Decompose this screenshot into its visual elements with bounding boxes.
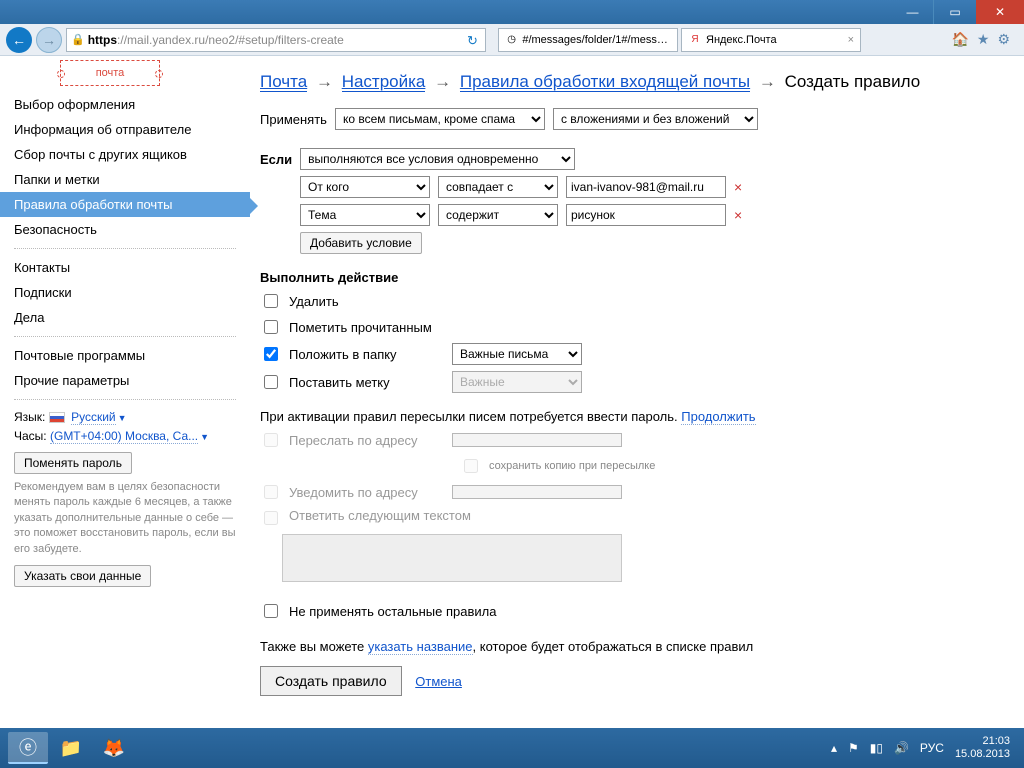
crumb-rules[interactable]: Правила обработки входящей почты bbox=[460, 72, 750, 92]
action-delete-checkbox[interactable] bbox=[264, 294, 278, 308]
window-titlebar: — ▭ ✕ bbox=[0, 0, 1024, 24]
mail-logo[interactable]: почта bbox=[60, 60, 160, 86]
apply-attach-select[interactable]: с вложениями и без вложений bbox=[553, 108, 758, 130]
forward-button[interactable]: → bbox=[36, 27, 62, 53]
sidebar-item-mail-clients[interactable]: Почтовые программы bbox=[0, 343, 250, 368]
cond2-field-select[interactable]: Тема bbox=[300, 204, 430, 226]
create-rule-button[interactable]: Создать правило bbox=[260, 666, 402, 696]
sidebar-item-subs[interactable]: Подписки bbox=[0, 280, 250, 305]
action-notify-checkbox bbox=[264, 485, 278, 499]
action-reply-checkbox bbox=[264, 511, 278, 525]
taskbar-firefox-icon[interactable]: 🦊 bbox=[94, 732, 134, 764]
cond1-field-select[interactable]: От кого bbox=[300, 176, 430, 198]
cond1-value-input[interactable] bbox=[566, 176, 726, 198]
timezone-row: Часы: (GMT+04:00) Москва, Са...▼ bbox=[0, 425, 250, 444]
password-hint: Рекомендуем вам в целях безопасности мен… bbox=[0, 476, 250, 565]
browser-tab-2-active[interactable]: Я Яндекс.Почта × bbox=[681, 28, 861, 52]
crumb-current: Создать правило bbox=[785, 72, 921, 91]
window-close-button[interactable]: ✕ bbox=[976, 0, 1024, 24]
sidebar-item-todo[interactable]: Дела bbox=[0, 305, 250, 330]
language-link[interactable]: Русский bbox=[71, 410, 116, 425]
browser-tab-1[interactable]: ◷ #/messages/folder/1#/messag... bbox=[498, 28, 678, 52]
taskbar-explorer-icon[interactable]: 📁 bbox=[51, 732, 91, 764]
cond2-value-input[interactable] bbox=[566, 204, 726, 226]
address-bar[interactable]: 🔒 https://mail.yandex.ru/neo2/#setup/fil… bbox=[66, 28, 486, 52]
tools-icon[interactable]: ⚙ bbox=[997, 31, 1010, 48]
language-row: Язык: Русский▼ bbox=[0, 406, 250, 425]
cond1-delete-icon[interactable]: × bbox=[734, 179, 742, 195]
tray-show-hidden-icon[interactable]: ▴ bbox=[831, 741, 837, 755]
action-forward-input bbox=[452, 433, 622, 447]
add-condition-button[interactable]: Добавить условие bbox=[300, 232, 422, 254]
change-password-button[interactable]: Поменять пароль bbox=[14, 452, 132, 474]
favicon-icon: ◷ bbox=[505, 33, 518, 47]
tray-flag-icon[interactable]: ⚑ bbox=[848, 741, 859, 755]
forward-continue-link[interactable]: Продолжить bbox=[681, 409, 755, 425]
if-label: Если bbox=[260, 152, 292, 167]
action-reply-textarea bbox=[282, 534, 622, 582]
sidebar-item-other[interactable]: Прочие параметры bbox=[0, 368, 250, 393]
taskbar-ie-icon[interactable]: ⓔ bbox=[8, 732, 48, 764]
action-label-select[interactable]: Важные bbox=[452, 371, 582, 393]
fill-profile-button[interactable]: Указать свои данные bbox=[14, 565, 151, 587]
settings-sidebar: почта Выбор оформления Информация об отп… bbox=[0, 56, 250, 728]
flag-ru-icon bbox=[49, 412, 65, 423]
sidebar-item-collect-mail[interactable]: Сбор почты с других ящиков bbox=[0, 142, 250, 167]
main-content: Почта → Настройка → Правила обработки вх… bbox=[250, 56, 1024, 728]
sidebar-item-theme[interactable]: Выбор оформления bbox=[0, 92, 250, 117]
action-folder-select[interactable]: Важные письма bbox=[452, 343, 582, 365]
back-button[interactable]: ← bbox=[6, 27, 32, 53]
apply-label: Применять bbox=[260, 112, 327, 127]
browser-tabs: ◷ #/messages/folder/1#/messag... Я Яндек… bbox=[498, 28, 939, 52]
crumb-mail[interactable]: Почта bbox=[260, 72, 307, 92]
sidebar-item-contacts[interactable]: Контакты bbox=[0, 255, 250, 280]
favicon-icon: Я bbox=[688, 33, 702, 47]
refresh-icon[interactable]: ↻ bbox=[467, 33, 481, 47]
action-tofolder-checkbox[interactable] bbox=[264, 347, 278, 361]
sidebar-item-folders[interactable]: Папки и метки bbox=[0, 167, 250, 192]
tray-volume-icon[interactable]: 🔊 bbox=[894, 741, 909, 755]
browser-toolbar: ← → 🔒 https://mail.yandex.ru/neo2/#setup… bbox=[0, 24, 1024, 56]
apply-scope-select[interactable]: ко всем письмам, кроме спама bbox=[335, 108, 545, 130]
forward-note: При активации правил пересылки писем пот… bbox=[260, 409, 1006, 424]
tray-lang[interactable]: РУС bbox=[920, 741, 944, 755]
lock-icon: 🔒 bbox=[71, 33, 85, 46]
crumb-settings[interactable]: Настройка bbox=[342, 72, 426, 92]
cancel-link[interactable]: Отмена bbox=[415, 674, 462, 689]
sidebar-item-security[interactable]: Безопасность bbox=[0, 217, 250, 242]
favorites-icon[interactable]: ★ bbox=[977, 31, 990, 48]
action-markread-checkbox[interactable] bbox=[264, 320, 278, 334]
timezone-link[interactable]: (GMT+04:00) Москва, Са... bbox=[50, 429, 198, 444]
action-notify-input bbox=[452, 485, 622, 499]
action-setlabel-checkbox[interactable] bbox=[264, 375, 278, 389]
cond2-op-select[interactable]: содержит bbox=[438, 204, 558, 226]
savecopy-checkbox bbox=[464, 459, 478, 473]
window-maximize-button[interactable]: ▭ bbox=[934, 0, 976, 24]
cond1-op-select[interactable]: совпадает с bbox=[438, 176, 558, 198]
home-icon[interactable]: 🏠 bbox=[951, 31, 968, 48]
no-other-rules-checkbox[interactable] bbox=[264, 604, 278, 618]
cond2-delete-icon[interactable]: × bbox=[734, 207, 742, 223]
window-minimize-button[interactable]: — bbox=[892, 0, 934, 24]
if-mode-select[interactable]: выполняются все условия одновременно bbox=[300, 148, 575, 170]
sidebar-item-sender-info[interactable]: Информация об отправителе bbox=[0, 117, 250, 142]
breadcrumb: Почта → Настройка → Правила обработки вх… bbox=[260, 72, 1006, 92]
action-header: Выполнить действие bbox=[260, 270, 1006, 285]
name-hint: Также вы можете указать название, которо… bbox=[260, 639, 1006, 654]
set-name-link[interactable]: указать название bbox=[368, 639, 473, 655]
tray-network-icon[interactable]: ▮▯ bbox=[870, 741, 883, 755]
action-forward-checkbox bbox=[264, 433, 278, 447]
sidebar-item-rules-active[interactable]: Правила обработки почты bbox=[0, 192, 250, 217]
tab-close-icon[interactable]: × bbox=[848, 34, 854, 46]
tray-clock[interactable]: 21:0315.08.2013 bbox=[955, 735, 1016, 760]
taskbar: ⓔ 📁 🦊 ▴ ⚑ ▮▯ 🔊 РУС 21:0315.08.2013 bbox=[0, 728, 1024, 768]
